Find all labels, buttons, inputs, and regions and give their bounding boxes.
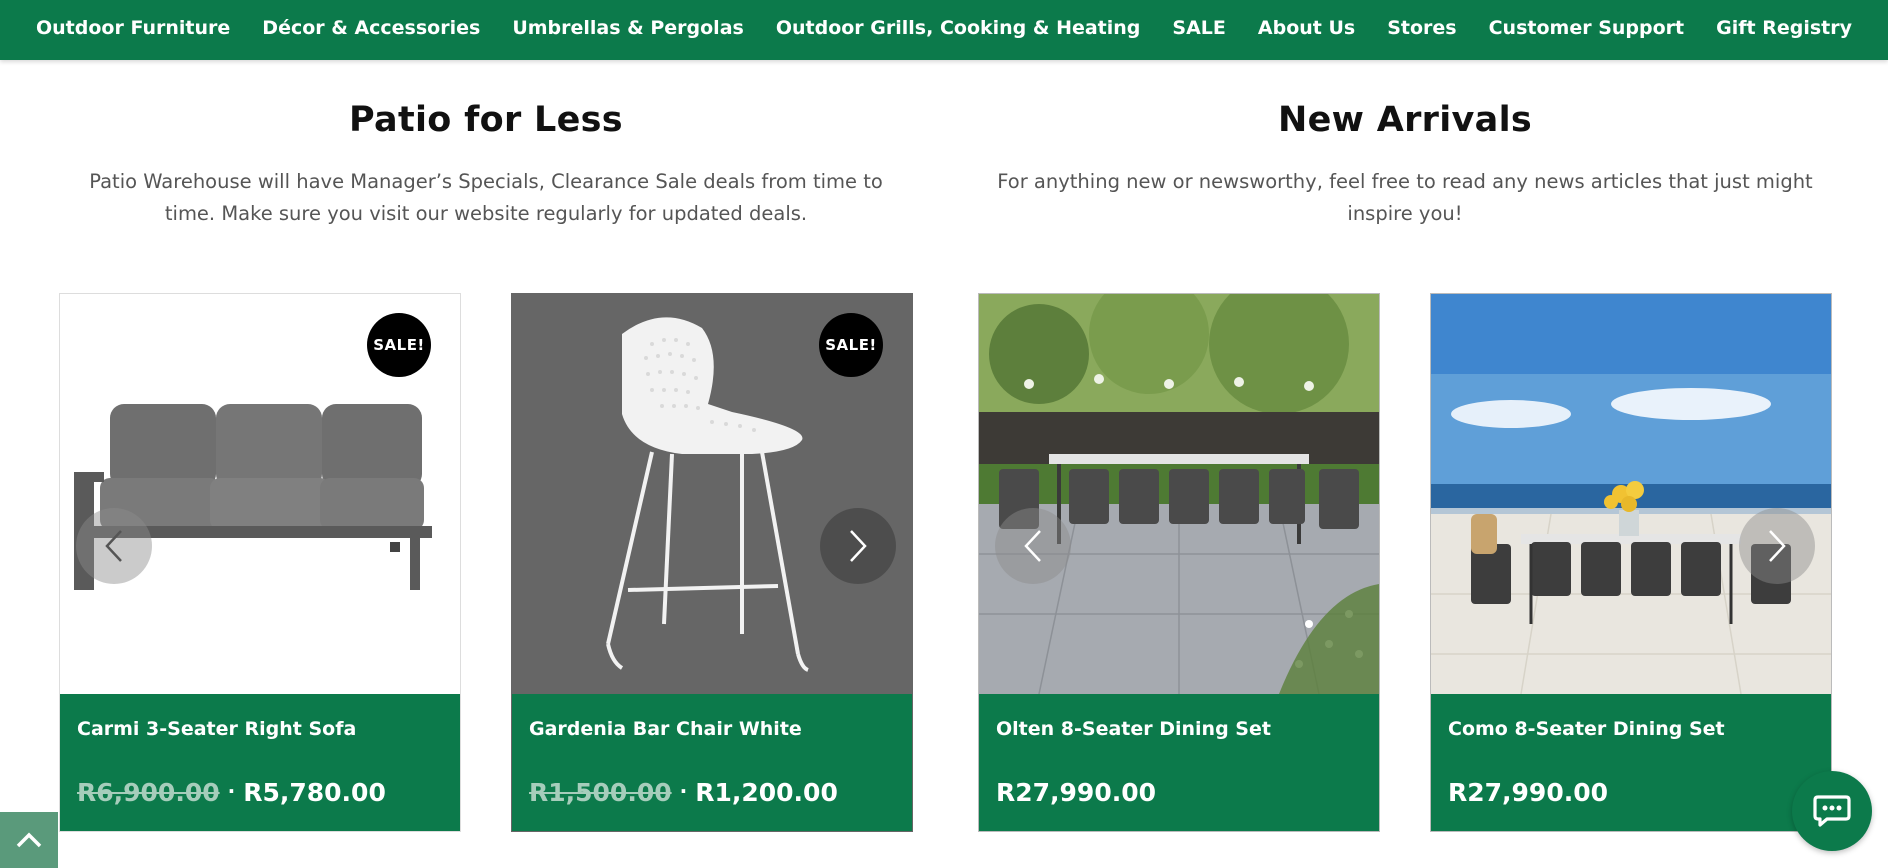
carousel-next-button[interactable]: [1739, 508, 1815, 584]
nav-item-decor-accessories[interactable]: Décor & Accessories: [246, 17, 496, 39]
product-name[interactable]: Olten 8-Seater Dining Set: [996, 718, 1364, 740]
nav-menu: Outdoor Furniture Décor & Accessories Um…: [0, 0, 1888, 56]
chat-button[interactable]: [1792, 771, 1872, 851]
price-separator: ·: [227, 779, 236, 803]
nav-item-sale[interactable]: SALE: [1156, 17, 1241, 39]
nav-item-stores[interactable]: Stores: [1371, 17, 1472, 39]
original-price: R1,500.00: [529, 778, 672, 807]
como-dining-set-image: [1431, 294, 1831, 694]
original-price: R6,900.00: [77, 778, 220, 807]
product-info: Carmi 3-Seater Right Sofa R6,900.00 · R5,7…: [60, 694, 460, 831]
regular-price: R27,990.00: [996, 778, 1157, 807]
scroll-to-top-button[interactable]: [0, 812, 58, 868]
main-navigation: Outdoor Furniture Décor & Accessories Um…: [0, 0, 1888, 60]
product-name[interactable]: Gardenia Bar Chair White: [529, 718, 897, 740]
product-name[interactable]: Carmi 3-Seater Right Sofa: [77, 718, 445, 740]
nav-item-outdoor-furniture[interactable]: Outdoor Furniture: [20, 17, 246, 39]
price-separator: ·: [679, 779, 688, 803]
new-arrivals-title: New Arrivals: [1277, 100, 1533, 140]
nav-item-gift-registry[interactable]: Gift Registry: [1700, 17, 1868, 39]
carousel-prev-button[interactable]: [76, 508, 152, 584]
product-card-gardenia-bar-chair[interactable]: SALE! Gardenia Bar Chair White R1,500.00…: [511, 293, 913, 832]
chevron-left-icon: [105, 530, 122, 562]
product-info: Como 8-Seater Dining Set R27,990.00: [1431, 694, 1831, 831]
product-price: R27,990.00: [996, 778, 1364, 807]
chat-bubble-icon: [1813, 795, 1851, 827]
product-card-como-dining-set[interactable]: Como 8-Seater Dining Set R27,990.00: [1430, 293, 1832, 832]
carousel-next-button[interactable]: [820, 508, 896, 584]
regular-price: R27,990.00: [1448, 778, 1609, 807]
chevron-right-icon: [850, 530, 867, 562]
sale-price: R5,780.00: [243, 778, 386, 807]
product-card-carmi-sofa[interactable]: SALE! Carmi 3-Seater Right Sofa R6,900.0…: [59, 293, 461, 832]
olten-dining-set-image: [979, 294, 1379, 694]
nav-item-grills-cooking-heating[interactable]: Outdoor Grills, Cooking & Heating: [760, 17, 1157, 39]
patio-for-less-section: Patio for Less Patio Warehouse will have…: [70, 100, 902, 230]
sale-price: R1,200.00: [695, 778, 838, 807]
sale-badge: SALE!: [367, 313, 431, 377]
product-name[interactable]: Como 8-Seater Dining Set: [1448, 718, 1816, 740]
product-image-olten-dining-set[interactable]: [979, 294, 1379, 694]
product-image-como-dining-set[interactable]: [1431, 294, 1831, 694]
product-image-sofa[interactable]: SALE!: [60, 294, 460, 694]
chevron-up-icon: [16, 832, 42, 848]
product-price: R1,500.00 · R1,200.00: [529, 778, 897, 807]
product-info: Olten 8-Seater Dining Set R27,990.00: [979, 694, 1379, 831]
nav-item-customer-support[interactable]: Customer Support: [1473, 17, 1701, 39]
new-arrivals-section: New Arrivals For anything new or newswor…: [966, 100, 1844, 230]
sale-badge: SALE!: [819, 313, 883, 377]
nav-item-umbrellas-pergolas[interactable]: Umbrellas & Pergolas: [496, 17, 760, 39]
patio-for-less-description: Patio Warehouse will have Manager’s Spec…: [89, 170, 883, 225]
carousel-prev-button[interactable]: [995, 508, 1071, 584]
chevron-left-icon: [1024, 530, 1041, 562]
nav-item-about-us[interactable]: About Us: [1242, 17, 1371, 39]
chevron-right-icon: [1769, 530, 1786, 562]
product-price: R27,990.00: [1448, 778, 1816, 807]
product-price: R6,900.00 · R5,780.00: [77, 778, 445, 807]
new-arrivals-description: For anything new or newsworthy, feel fre…: [997, 170, 1813, 225]
patio-for-less-title: Patio for Less: [349, 100, 623, 140]
product-image-bar-chair[interactable]: SALE!: [512, 294, 912, 694]
product-info: Gardenia Bar Chair White R1,500.00 · R1,20…: [512, 694, 912, 831]
product-card-olten-dining-set[interactable]: Olten 8-Seater Dining Set R27,990.00: [978, 293, 1380, 832]
